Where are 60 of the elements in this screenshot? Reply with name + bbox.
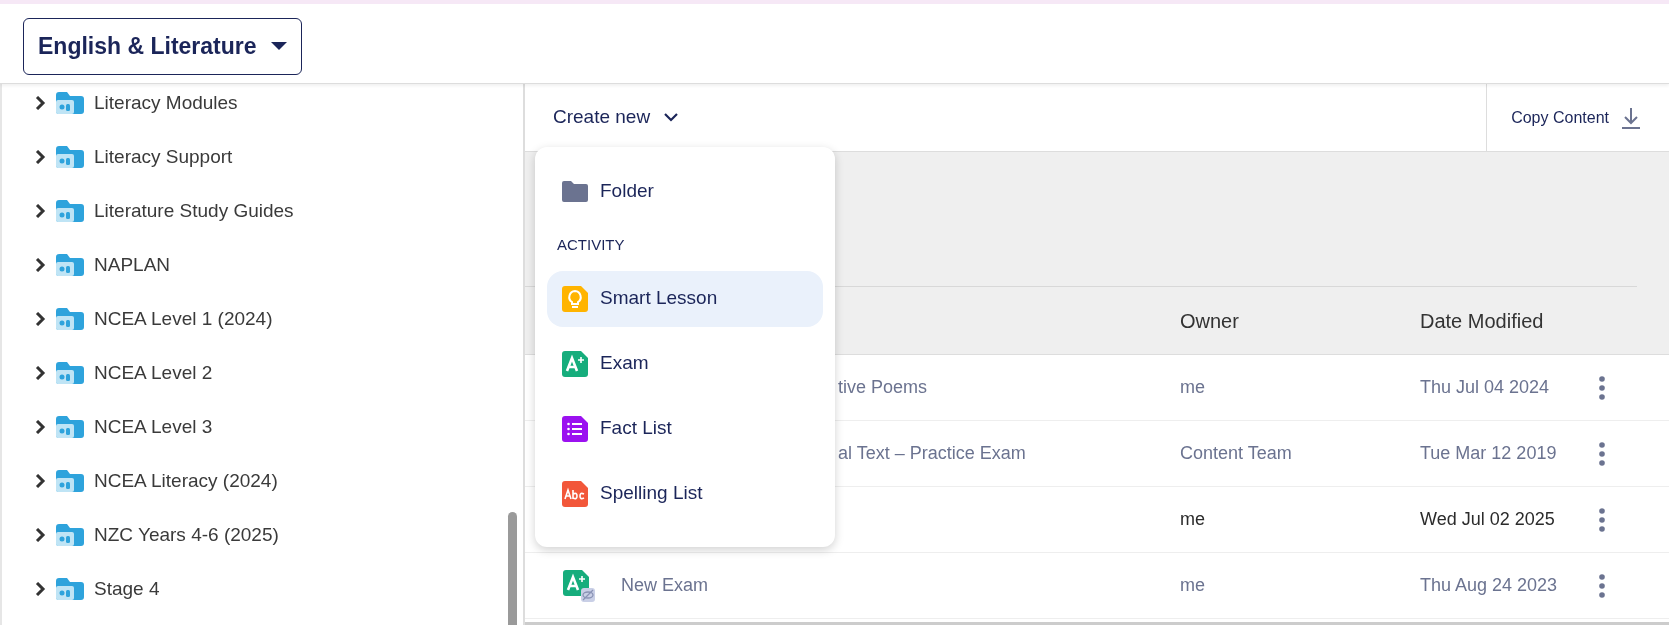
subject-dropdown[interactable]: English & Literature [23, 18, 302, 75]
folder-label[interactable]: Literacy Modules [94, 88, 238, 118]
more-icon[interactable] [1599, 574, 1605, 599]
scrollbar-thumb[interactable] [508, 512, 517, 625]
chevron-right-icon[interactable] [34, 204, 46, 218]
folder-icon [56, 200, 84, 222]
table-cell: Wed Jul 02 2025 [1420, 509, 1555, 529]
folder-icon [56, 308, 84, 330]
chevron-right-icon[interactable] [34, 528, 46, 542]
menu-item[interactable]: Smart Lesson [547, 270, 823, 327]
download-icon [1621, 106, 1641, 129]
table-cell: Thu Aug 24 2023 [1420, 575, 1558, 595]
column-header[interactable]: Date Modified [1420, 305, 1669, 336]
table-cell: Tue Mar 12 2019 [1420, 443, 1557, 463]
table-cell: me [1180, 377, 1205, 397]
folder-label[interactable]: Stage 4 [94, 574, 160, 604]
menu-section-label: ACTIVITY [556, 235, 626, 255]
lightbulb-icon [562, 285, 588, 312]
folder-label[interactable]: NCEA Level 3 [94, 412, 213, 442]
chevron-right-icon[interactable] [34, 366, 46, 380]
folder-icon [56, 470, 84, 492]
caret-icon [270, 42, 287, 51]
item-name[interactable]: al Text – Practice Exam [838, 440, 1026, 467]
chevron-right-icon[interactable] [34, 258, 46, 272]
more-icon[interactable] [1599, 376, 1605, 401]
folder-label[interactable]: NAPLAN [94, 250, 171, 280]
folder-icon [56, 92, 84, 114]
folder-icon [56, 578, 84, 600]
create-new-button[interactable]: Create new [553, 103, 679, 132]
chevron-right-icon[interactable] [34, 150, 46, 164]
folder-label[interactable]: NCEA Literacy (2024) [94, 466, 278, 496]
list-icon [562, 415, 588, 442]
table-cell: me [1180, 575, 1205, 595]
column-header[interactable]: Owner [1180, 305, 1420, 336]
table-cell: Content Team [1180, 443, 1292, 463]
folder-icon [56, 254, 84, 276]
chevron-right-icon[interactable] [34, 582, 46, 596]
chevron-right-icon[interactable] [34, 420, 46, 434]
spelling-icon [562, 480, 588, 507]
folder-label[interactable]: NCEA Level 1 (2024) [94, 304, 273, 334]
folder-icon [562, 180, 588, 202]
item-name[interactable]: tive Poems [838, 374, 928, 401]
folder-label[interactable]: Literature Study Guides [94, 196, 294, 226]
more-icon[interactable] [1599, 442, 1605, 467]
item-name[interactable]: New Exam [621, 572, 709, 599]
chevron-right-icon[interactable] [34, 312, 46, 326]
folder-icon [56, 524, 84, 546]
folder-icon [56, 416, 84, 438]
folder-label[interactable]: NZC Years 4-6 (2025) [94, 520, 279, 550]
chevron-right-icon[interactable] [34, 474, 46, 488]
table-cell: Thu Jul 04 2024 [1420, 377, 1550, 397]
folder-icon [56, 362, 84, 384]
table-cell: me [1180, 509, 1205, 529]
folder-icon [56, 146, 84, 168]
folder-label[interactable]: Literacy Support [94, 142, 233, 172]
grade-icon [562, 350, 588, 377]
chevron-right-icon[interactable] [34, 96, 46, 110]
more-icon[interactable] [1599, 508, 1605, 533]
chevron-down-icon [664, 113, 679, 122]
folder-label[interactable]: NCEA Level 2 [94, 358, 213, 388]
